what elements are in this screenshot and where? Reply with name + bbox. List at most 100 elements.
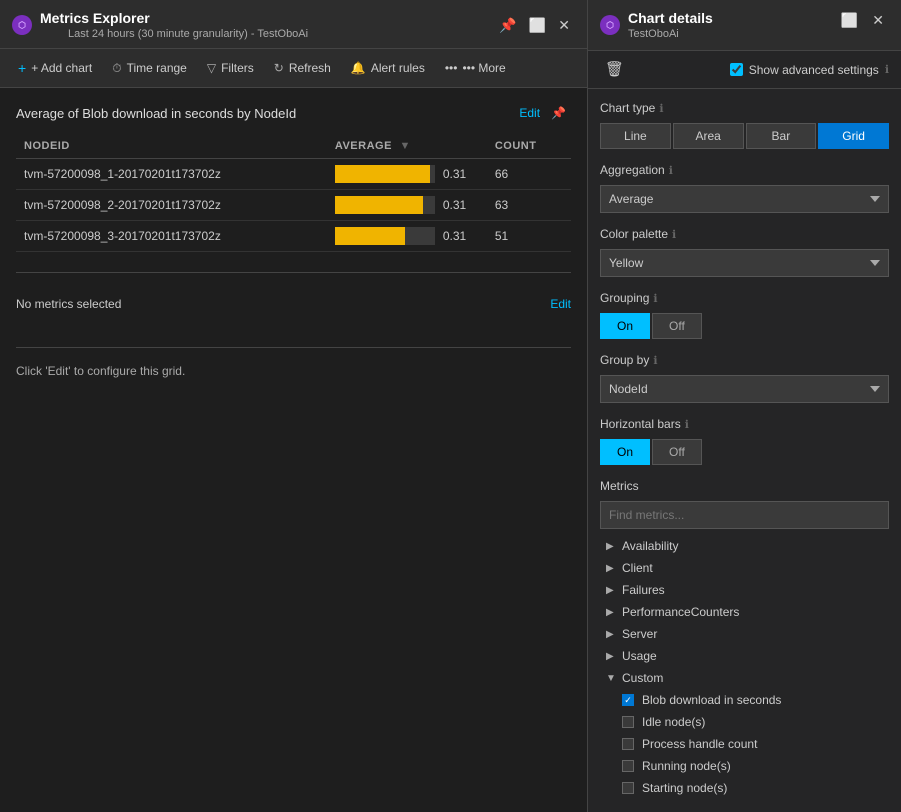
metric-checkbox[interactable] bbox=[622, 716, 634, 728]
col-header-count[interactable]: COUNT bbox=[487, 134, 571, 159]
chart-type-grid[interactable]: Grid bbox=[818, 123, 889, 149]
tree-metric-item[interactable]: Running node(s) bbox=[616, 755, 889, 777]
average-value: 0.31 bbox=[443, 167, 466, 181]
add-icon: + bbox=[18, 60, 26, 76]
tree-category-item[interactable]: ▶ Availability bbox=[600, 535, 889, 557]
chart-type-buttons: Line Area Bar Grid bbox=[600, 123, 889, 149]
refresh-button[interactable]: ↻ Refresh bbox=[264, 56, 341, 80]
tree-category-item[interactable]: ▶ Client bbox=[600, 557, 889, 579]
delete-chart-button[interactable]: 🗑 bbox=[600, 59, 629, 80]
chart-type-help-icon: ℹ bbox=[659, 102, 663, 115]
maximize-right-button[interactable]: ⬜ bbox=[836, 10, 863, 30]
metric-checkbox[interactable] bbox=[622, 694, 634, 706]
metrics-label: Metrics bbox=[600, 479, 889, 493]
bar-bg bbox=[335, 165, 435, 183]
more-button[interactable]: ••• ••• More bbox=[435, 56, 516, 80]
time-range-button[interactable]: ⏱ Time range bbox=[102, 56, 197, 81]
no-metrics-text: No metrics selected bbox=[16, 297, 121, 311]
horizontal-bars-label: Horizontal bars ℹ bbox=[600, 417, 889, 431]
tree-category-item[interactable]: ▶ PerformanceCounters bbox=[600, 601, 889, 623]
col-header-average[interactable]: AVERAGE ▼ bbox=[327, 134, 487, 159]
tree-category-item[interactable]: ▶ Server bbox=[600, 623, 889, 645]
tree-metric-item[interactable]: Blob download in seconds bbox=[616, 689, 889, 711]
chart-type-area[interactable]: Area bbox=[673, 123, 744, 149]
tree-category-expanded[interactable]: ▼ Custom bbox=[600, 667, 889, 689]
grouping-on-button[interactable]: On bbox=[600, 313, 650, 339]
tree-category-collapsed[interactable]: ▶ Server bbox=[600, 623, 889, 645]
cell-count: 66 bbox=[487, 159, 571, 190]
sort-arrow-icon: ▼ bbox=[400, 140, 411, 152]
tree-category-item[interactable]: ▶ Usage bbox=[600, 645, 889, 667]
metric-checkbox[interactable] bbox=[622, 760, 634, 772]
metric-label: Idle node(s) bbox=[642, 715, 705, 729]
right-title: Chart details bbox=[628, 10, 713, 26]
left-panel: ⬡ Metrics Explorer Last 24 hours (30 min… bbox=[0, 0, 588, 812]
grouping-toggle-row: On Off bbox=[600, 313, 889, 339]
cell-count: 51 bbox=[487, 221, 571, 252]
tree-category-collapsed[interactable]: ▶ Usage bbox=[600, 645, 889, 667]
cell-average: 0.31 bbox=[327, 221, 487, 252]
show-advanced-label[interactable]: Show advanced settings ℹ bbox=[730, 63, 889, 77]
metrics-search-input[interactable] bbox=[600, 501, 889, 529]
col-header-nodeid[interactable]: NODEID bbox=[16, 134, 327, 159]
no-metrics-edit-button[interactable]: Edit bbox=[550, 297, 571, 311]
bell-icon: 🔔 bbox=[351, 61, 366, 75]
tree-expand-arrow-icon: ▼ bbox=[606, 673, 622, 684]
aggregation-select[interactable]: Average Sum Min Max Count bbox=[600, 185, 889, 213]
content-area: Average of Blob download in seconds by N… bbox=[0, 88, 587, 812]
close-right-button[interactable]: ✕ bbox=[867, 10, 889, 30]
cell-count: 63 bbox=[487, 190, 571, 221]
cell-nodeid: tvm-57200098_2-20170201t173702z bbox=[16, 190, 327, 221]
hbars-on-button[interactable]: On bbox=[600, 439, 650, 465]
metric-checkbox[interactable] bbox=[622, 782, 634, 794]
tree-category-label: Server bbox=[622, 627, 657, 641]
color-palette-label: Color palette ℹ bbox=[600, 227, 889, 241]
metric-label: Blob download in seconds bbox=[642, 693, 781, 707]
add-chart-button[interactable]: + + Add chart bbox=[8, 55, 102, 81]
color-palette-select[interactable]: Yellow Blue Green Red bbox=[600, 249, 889, 277]
chart-type-line[interactable]: Line bbox=[600, 123, 671, 149]
section-divider-2 bbox=[16, 347, 571, 348]
aggregation-help-icon: ℹ bbox=[669, 164, 673, 177]
tree-collapse-arrow-icon: ▶ bbox=[606, 541, 622, 552]
right-header-actions: ⬜ ✕ bbox=[836, 10, 889, 30]
metric-checkbox[interactable] bbox=[622, 738, 634, 750]
clock-icon: ⏱ bbox=[112, 61, 121, 76]
tree-metric-item[interactable]: Starting node(s) bbox=[616, 777, 889, 799]
chart-type-bar[interactable]: Bar bbox=[746, 123, 817, 149]
tree-collapse-arrow-icon: ▶ bbox=[606, 651, 622, 662]
tree-category-label: Usage bbox=[622, 649, 657, 663]
right-subtitle: TestOboAi bbox=[628, 28, 713, 40]
tree-category-collapsed[interactable]: ▶ Failures bbox=[600, 579, 889, 601]
tree-metric-item[interactable]: Idle node(s) bbox=[616, 711, 889, 733]
alert-rules-button[interactable]: 🔔 Alert rules bbox=[341, 56, 435, 80]
tree-metric-item[interactable]: Process handle count bbox=[616, 733, 889, 755]
tree-collapse-arrow-icon: ▶ bbox=[606, 563, 622, 574]
maximize-window-button[interactable]: ⬜ bbox=[524, 15, 551, 35]
metric-label: Running node(s) bbox=[642, 759, 731, 773]
tree-category-collapsed[interactable]: ▶ PerformanceCounters bbox=[600, 601, 889, 623]
chart-edit-button[interactable]: Edit bbox=[519, 106, 540, 120]
tree-category-collapsed[interactable]: ▶ Availability bbox=[600, 535, 889, 557]
pin-window-button[interactable]: 📌 bbox=[494, 15, 521, 35]
show-advanced-checkbox[interactable] bbox=[730, 63, 743, 76]
grouping-off-button[interactable]: Off bbox=[652, 313, 702, 339]
horizontal-bars-help-icon: ℹ bbox=[685, 418, 689, 431]
tree-category-item[interactable]: ▶ Failures bbox=[600, 579, 889, 601]
section-divider-1 bbox=[16, 272, 571, 273]
tree-category-item[interactable]: ▼ Custom Blob download in seconds Idle n… bbox=[600, 667, 889, 799]
filter-icon: ▽ bbox=[207, 61, 216, 75]
tree-category-label: PerformanceCounters bbox=[622, 605, 739, 619]
hbars-off-button[interactable]: Off bbox=[652, 439, 702, 465]
group-by-select[interactable]: NodeId None Cloud role name Cloud role i… bbox=[600, 375, 889, 403]
chart-pin-button[interactable]: 📌 bbox=[546, 104, 571, 122]
tree-collapse-arrow-icon: ▶ bbox=[606, 607, 622, 618]
metrics-section: Metrics ▶ Availability ▶ Client ▶ Failur… bbox=[600, 479, 889, 799]
filters-button[interactable]: ▽ Filters bbox=[197, 56, 264, 80]
bar-fill bbox=[335, 165, 430, 183]
close-window-button[interactable]: ✕ bbox=[553, 15, 575, 35]
bar-fill bbox=[335, 196, 423, 214]
cell-nodeid: tvm-57200098_3-20170201t173702z bbox=[16, 221, 327, 252]
table-row: tvm-57200098_3-20170201t173702z 0.31 51 bbox=[16, 221, 571, 252]
tree-category-collapsed[interactable]: ▶ Client bbox=[600, 557, 889, 579]
